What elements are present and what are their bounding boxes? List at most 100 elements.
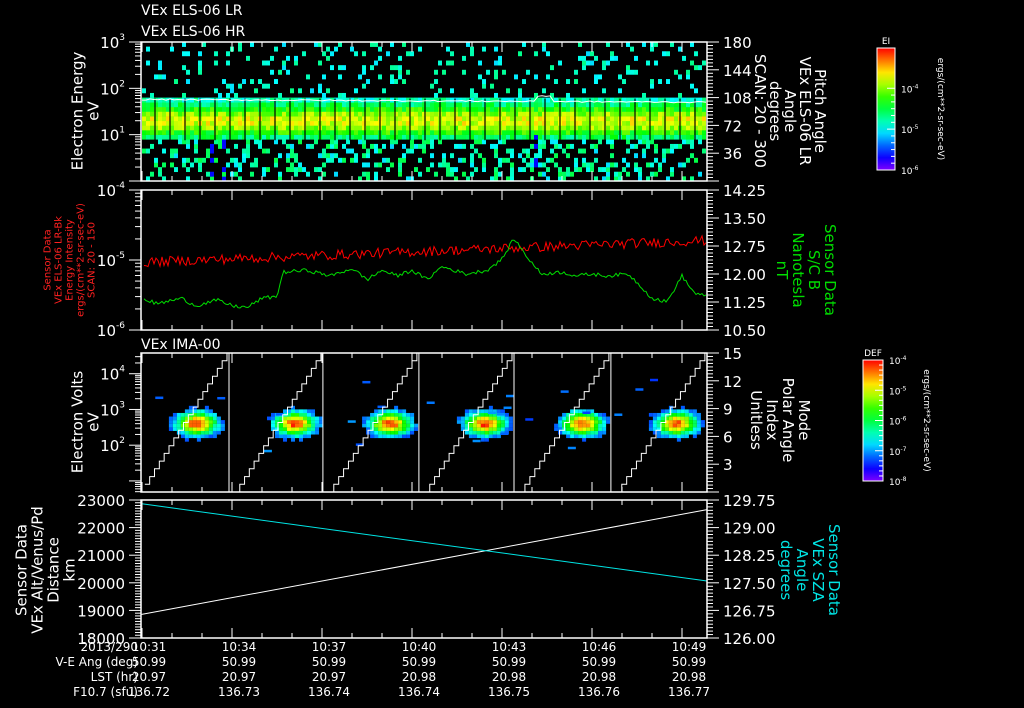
ima-spectrogram-cell [598,434,603,439]
ima-spectrogram-cell [582,437,587,442]
spectrogram-cell [594,55,598,61]
spectrogram-cell [630,111,634,117]
panel-2-ylabel-line: SCAN: 20 - 150 [87,222,98,298]
ima-spectrogram-cell [480,412,485,417]
ima-spectrogram-cell [696,412,701,417]
spectrogram-cell [266,116,270,122]
ima-spectrogram-cell [606,420,611,424]
spectrogram-cell [186,102,190,108]
spectrogram-cell [542,162,546,168]
spectrogram-cell [418,102,422,108]
spectrogram-cell [494,120,498,126]
ima-spectrogram-cell [684,430,689,435]
spectrogram-cell [702,120,706,126]
spectrogram-cell [702,102,706,108]
spectrogram-cell [402,106,406,112]
spectrogram-cell [506,130,510,135]
spectrogram-cell [686,116,690,122]
spectrogram-cell [550,120,554,126]
p4-y-tick-label: 19000 [77,602,125,620]
spectrogram-cell [254,162,258,168]
spectrogram-cell [558,171,562,177]
ima-spectrogram-cell [291,430,295,435]
spectrogram-cell [310,102,314,108]
spectrogram-cell [690,106,694,112]
ima-spectrogram-cell [283,437,287,442]
spectrogram-cell [506,125,510,131]
ima-spectrogram-cell [664,430,669,435]
spectrogram-cell [442,111,446,117]
spectrogram-cell [630,116,634,122]
spectrogram-cell [398,120,402,126]
spectrogram-cell [178,116,182,122]
spectrogram-cell [670,111,674,117]
spectrogram-cell [142,148,146,154]
spectrogram-cell [282,106,286,112]
spectrogram-cell [534,134,538,140]
spectrogram-cell [666,130,670,135]
ima-spectrogram-cell [192,423,197,428]
spectrogram-cell [370,143,374,149]
spectrogram-cell [386,157,390,163]
ephemeris-value: 136.74 [308,685,350,699]
spectrogram-cell [450,167,454,173]
spectrogram-cell [654,111,658,117]
ima-spectrogram-cell [192,434,197,439]
spectrogram-cell [174,125,178,131]
ima-spectrogram-cell [311,423,315,428]
spectrogram-cell [218,92,222,98]
spectrogram-cell [378,162,382,168]
ima-spectrogram-cell [652,416,657,421]
spectrogram-cell [358,125,362,131]
spectrogram-cell [566,102,570,108]
ima-spectrogram-cell [567,446,576,450]
spectrogram-cell [666,102,670,108]
spectrogram-cell [150,120,154,126]
spectrogram-cell [146,130,150,135]
ima-spectrogram-cell [386,420,391,424]
spectrogram-cell [534,157,538,163]
ima-spectrogram-cell [398,420,403,424]
spectrogram-cell [226,60,230,66]
spectrogram-cell [582,162,586,168]
spectrogram-cell [362,162,366,168]
ima-spectrogram-cell [484,427,489,431]
spectrogram-cell [338,125,342,131]
spectrogram-cell [202,157,206,163]
ima-spectrogram-cell [664,427,669,431]
spectrogram-cell [682,120,686,126]
spectrogram-cell [638,139,642,145]
ima-spectrogram-cell [192,430,197,435]
spectrogram-cell [622,157,626,163]
spectrogram-cell [430,83,434,89]
spectrogram-cell [214,51,218,57]
spectrogram-cell [150,171,154,177]
spectrogram-cell [546,125,550,131]
ima-spectrogram-cell [488,416,493,421]
ima-spectrogram-cell [680,420,685,424]
ima-spectrogram-cell [291,409,295,414]
ima-spectrogram-cell [554,423,559,428]
ima-spectrogram-cell [652,420,657,424]
ima-spectrogram-cell [672,416,677,421]
spectrogram-cell [374,134,378,140]
panel-2-y2label-line: nT [773,261,791,281]
spectrogram-cell [566,79,570,84]
ima-spectrogram-cell [492,416,497,421]
spectrogram-cell [502,69,506,75]
spectrogram-cell [326,125,330,131]
spectrogram-cell [406,69,410,75]
ima-spectrogram-cell [402,420,407,424]
ima-spectrogram-cell [558,430,563,435]
spectrogram-cell [522,120,526,126]
spectrogram-cell [278,102,282,108]
spectrogram-cell [594,106,598,112]
ima-spectrogram-cell [598,430,603,435]
spectrogram-cell [310,111,314,117]
spectrogram-cell [226,83,230,89]
spectrogram-cell [478,111,482,117]
spectrogram-cell [222,102,226,108]
spectrogram-cell [666,79,670,84]
spectrogram-cell [294,134,298,140]
ima-spectrogram-cell [196,409,201,414]
